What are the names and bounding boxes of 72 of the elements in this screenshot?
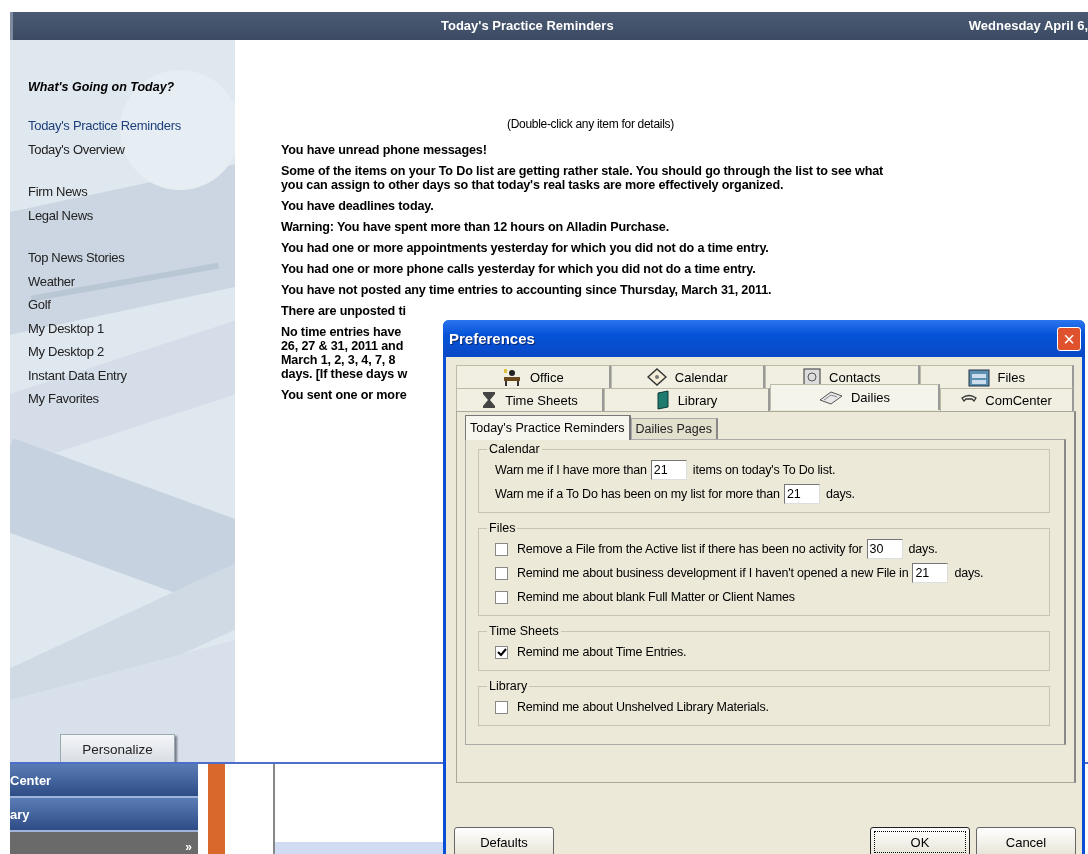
personalize-button[interactable]: Personalize [60,734,175,762]
option-label: Warn me if a To Do has been on my list for more than [495,487,780,501]
unit-label: days. [954,566,984,580]
number-field[interactable]: 21 [912,563,949,583]
sidebar-heading: What's Going on Today? [28,80,176,94]
checkbox[interactable] [495,700,508,714]
reminder-item[interactable]: Some of the items on your To Do list are getting rather stale. You should go through the list to see what you can assign to other days so that today's real tasks are more effectively organized. [281,164,1088,192]
reminder-item[interactable]: You have unread phone messages! [281,143,1088,157]
unit-label: days. [908,542,938,556]
nav-bar-item[interactable]: ary [10,798,198,832]
checkbox[interactable] [495,542,508,556]
dialog-title: Preferences [449,330,535,347]
sidebar-link[interactable]: Golf [28,297,235,321]
tab[interactable]: Office [456,365,611,388]
checkbox[interactable] [495,566,508,580]
reminder-item[interactable]: You have not posted any time entries to accounting since Thursday, March 31, 2011. [281,283,1088,297]
sidebar-link[interactable]: Today's Practice Reminders [28,118,235,142]
option-label: Remove a File from the Active list if there has been no activity for [517,542,863,556]
hint-text: (Double-click any item for details) [507,117,675,131]
tab[interactable]: Time Sheets [456,388,604,411]
close-button[interactable]: × [1057,326,1081,351]
group-title: Calendar [488,442,541,456]
group-title: Library [488,679,529,693]
option-label: Remind me about Time Entries. [517,645,687,659]
reminder-item[interactable]: You had one or more appointments yesterday for which you did not do a time entry. [281,241,1088,255]
nav-bar-item[interactable]: Center [10,764,198,798]
sidebar-link[interactable]: My Favorites [28,391,235,415]
reminder-item[interactable]: There are unposted ti [281,304,1088,318]
sidebar-link[interactable]: Firm News [28,184,235,208]
more-button[interactable]: » [10,832,198,854]
number-field[interactable]: 30 [866,539,903,559]
sidebar-link[interactable]: Top News Stories [28,250,235,274]
tab[interactable]: Files [919,365,1074,388]
notepad-icon [819,389,843,406]
reminder-item[interactable]: Warning: You have spent more than 12 hours on Alladin Purchase. [281,220,1088,234]
dialog-button[interactable]: Cancel [976,827,1076,854]
page-title: Today's Practice Reminders [441,18,614,33]
reminder-item[interactable]: You had one or more phone calls yesterday for which you did not do a time entry. [281,262,1088,276]
unit-label: days. [825,487,855,501]
book-icon [655,390,670,410]
tab[interactable]: ComCenter [940,388,1074,411]
tab[interactable]: Dailies [770,384,940,410]
checkbox[interactable] [495,590,508,604]
card-icon [803,368,822,386]
number-field[interactable]: 21 [783,484,820,504]
tab[interactable]: Dailies Pages [630,418,718,439]
number-field[interactable]: 21 [650,460,687,480]
tab[interactable]: Library [604,388,770,411]
unit-label: items on today's To Do list. [692,463,836,477]
group-title: Time Sheets [488,624,560,638]
option-label: Remind me about Unshelved Library Materials. [517,700,769,714]
reminder-item[interactable]: You have deadlines today. [281,199,1088,213]
option-label: Remind me about business development if I haven't opened a new File in [517,566,909,580]
dialog-button[interactable]: Defaults [454,827,554,854]
sidebar-link[interactable]: My Desktop 2 [28,344,235,368]
tab[interactable]: Calendar [610,365,765,388]
option-label: Remind me about blank Full Matter or Client Names [517,590,795,604]
date-label: Wednesday April 6, [968,18,1088,33]
sidebar-link[interactable]: My Desktop 1 [28,320,235,344]
cabinet-icon [967,367,990,387]
sidebar-link[interactable]: Weather [28,273,235,297]
tab[interactable]: Today's Practice Reminders [465,415,631,440]
sidebar-link[interactable]: Instant Data Entry [28,367,235,391]
sidebar-link[interactable]: Today's Overview [28,141,235,165]
group-title: Files [488,521,517,535]
option-label: Warn me if I have more than [495,463,647,477]
diamond-icon [646,368,667,386]
sidebar-link[interactable]: Legal News [28,207,235,231]
checkbox[interactable] [495,645,508,659]
hourglass-icon [481,391,498,409]
dialog-button[interactable]: OK [870,827,970,854]
desk-icon [501,368,522,386]
